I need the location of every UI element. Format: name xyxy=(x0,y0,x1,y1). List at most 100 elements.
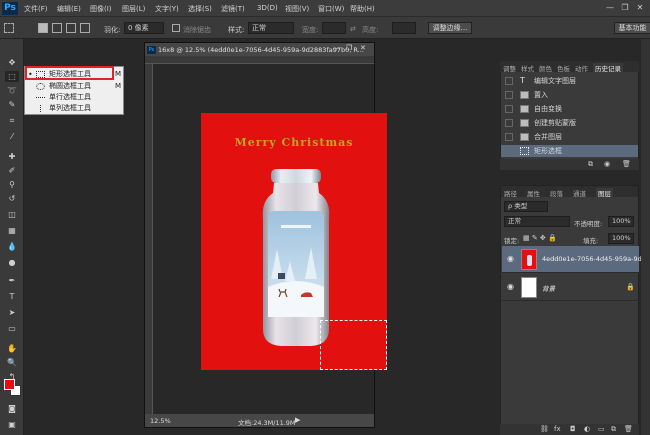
blur-tool-icon[interactable]: 💧 xyxy=(5,241,19,252)
fill-input[interactable]: 100% xyxy=(608,233,634,244)
feather-input[interactable]: 0 像素 xyxy=(124,22,164,34)
list-item[interactable]: 置入 xyxy=(501,89,638,101)
trash-icon[interactable]: 🗑 xyxy=(622,160,631,168)
lasso-tool-icon[interactable]: ➰ xyxy=(5,85,19,96)
screen-mode-icon[interactable]: ▣ xyxy=(5,419,19,430)
list-item[interactable]: 创建剪贴蒙版 xyxy=(501,117,638,129)
dodge-tool-icon[interactable]: ● xyxy=(5,257,19,268)
snapshot-icon[interactable]: ◉ xyxy=(604,160,610,168)
menu-image[interactable]: 图像(I) xyxy=(90,4,112,14)
single-row-marquee-icon xyxy=(36,97,45,98)
menu-filter[interactable]: 滤镜(T) xyxy=(221,4,245,14)
rectangular-selection[interactable] xyxy=(320,320,387,370)
move-tool-icon[interactable]: ✥ xyxy=(5,57,19,68)
path-select-tool-icon[interactable]: ➤ xyxy=(5,307,19,318)
flyout-row-marquee[interactable]: 单行选框工具 xyxy=(25,92,123,103)
new-selection-icon[interactable] xyxy=(38,23,48,33)
layer-row[interactable]: ◉ 4edd0e1e-7056-4d45-959a-9d2... xyxy=(502,246,650,273)
zoom-tool-icon[interactable]: 🔍 xyxy=(5,357,19,368)
layer-name[interactable]: 背景 xyxy=(542,283,555,293)
layer-filter-select[interactable]: ρ 类型 xyxy=(504,201,548,212)
add-selection-icon[interactable] xyxy=(52,23,62,33)
menu-window[interactable]: 窗口(W) xyxy=(318,4,344,14)
layer-name[interactable]: 4edd0e1e-7056-4d45-959a-9d2... xyxy=(542,255,650,263)
horizontal-ruler[interactable] xyxy=(145,56,374,64)
opacity-input[interactable]: 100% xyxy=(608,216,634,227)
gradient-tool-icon[interactable]: ▦ xyxy=(5,225,19,236)
foreground-color-swatch[interactable] xyxy=(4,379,15,390)
intersect-selection-icon[interactable] xyxy=(80,23,90,33)
eyedropper-tool-icon[interactable]: ⁄ xyxy=(5,131,19,142)
layer-row[interactable]: ◉ 背景 🔒 xyxy=(502,274,639,301)
tab-layers[interactable]: 图层 xyxy=(596,188,613,198)
menu-layer[interactable]: 图层(L) xyxy=(122,4,145,14)
restore-icon[interactable]: ❐ xyxy=(619,3,631,13)
subtract-selection-icon[interactable] xyxy=(66,23,76,33)
list-item[interactable]: 合并图层 xyxy=(501,131,638,143)
marquee-preset-icon[interactable] xyxy=(4,23,14,33)
crop-tool-icon[interactable]: ⌗ xyxy=(5,115,19,126)
minimize-icon[interactable]: — xyxy=(604,3,616,13)
menu-edit[interactable]: 编辑(E) xyxy=(57,4,81,14)
pen-tool-icon[interactable]: ✒ xyxy=(5,275,19,286)
lock-icon: 🔒 xyxy=(626,283,635,291)
document-title-bar[interactable]: Ps 16x8 @ 12.5% (4edd0e1e-7056-4d45-959a… xyxy=(145,43,374,56)
workspace-select[interactable]: 基本功能 xyxy=(614,22,650,34)
hand-tool-icon[interactable]: ✋ xyxy=(5,343,19,354)
eye-icon[interactable]: ◉ xyxy=(507,282,517,292)
tab-channels[interactable]: 通道 xyxy=(573,188,586,198)
doc-restore-icon[interactable]: ❐ xyxy=(346,44,352,52)
trash-icon[interactable]: 🗑 xyxy=(624,425,633,433)
eye-icon[interactable]: ◉ xyxy=(507,254,517,264)
history-brush-icon[interactable]: ↺ xyxy=(5,193,19,204)
style-select[interactable]: 正常 xyxy=(248,22,294,34)
menu-3d[interactable]: 3D(D) xyxy=(257,4,278,12)
add-mask-icon[interactable]: ◘ xyxy=(570,425,576,433)
fx-icon[interactable]: fx xyxy=(554,425,561,433)
menu-view[interactable]: 视图(V) xyxy=(285,4,309,14)
doc-close-icon[interactable]: ✕ xyxy=(360,44,366,52)
marquee-tool-icon[interactable]: ⬚ xyxy=(5,71,19,82)
eraser-tool-icon[interactable]: ◫ xyxy=(5,209,19,220)
shape-tool-icon[interactable]: ▭ xyxy=(5,323,19,334)
menu-select[interactable]: 选择(S) xyxy=(188,4,212,14)
list-item[interactable]: 自由变换 xyxy=(501,103,638,115)
quick-select-tool-icon[interactable]: ✎ xyxy=(5,99,19,110)
list-item[interactable]: T 编辑文字图层 xyxy=(501,75,638,87)
link-layers-icon[interactable]: ⛓ xyxy=(540,425,549,433)
flyout-column-marquee[interactable]: 单列选框工具 xyxy=(25,103,123,114)
new-layer-icon[interactable]: ⧉ xyxy=(611,425,616,434)
height-input[interactable] xyxy=(392,22,416,34)
blend-mode-select[interactable]: 正常 xyxy=(504,216,570,227)
tab-paragraph[interactable]: 段落 xyxy=(550,188,563,198)
width-input[interactable] xyxy=(322,22,346,34)
antialias-checkbox[interactable] xyxy=(172,24,180,32)
type-tool-icon[interactable]: T xyxy=(5,291,19,302)
zoom-level[interactable]: 12.5% xyxy=(150,417,171,425)
list-item-active[interactable]: 矩形选框 xyxy=(501,145,638,157)
history-step-icon xyxy=(520,105,529,113)
layer-thumbnail xyxy=(521,277,537,298)
brush-tool-icon[interactable]: ✐ xyxy=(5,165,19,176)
new-group-icon[interactable]: ▭ xyxy=(598,425,605,433)
menu-type[interactable]: 文字(Y) xyxy=(155,4,179,14)
vertical-ruler[interactable] xyxy=(145,64,153,414)
new-document-icon[interactable]: ⧉ xyxy=(588,160,593,169)
tab-paths[interactable]: 路径 xyxy=(504,188,517,198)
quick-mask-icon[interactable]: ◙ xyxy=(5,403,19,414)
status-menu-arrow-icon[interactable]: ▶ xyxy=(295,416,300,424)
clone-tool-icon[interactable]: ⚲ xyxy=(5,179,19,190)
menu-file[interactable]: 文件(F) xyxy=(24,4,48,14)
layer-thumbnail xyxy=(521,249,537,270)
healing-tool-icon[interactable]: ✚ xyxy=(5,151,19,162)
close-icon[interactable]: ✕ xyxy=(634,3,646,13)
adjustment-layer-icon[interactable]: ◐ xyxy=(584,425,590,433)
tab-properties[interactable]: 属性 xyxy=(527,188,540,198)
flyout-ellipse-marquee[interactable]: 椭圆选框工具 M xyxy=(25,81,123,92)
swap-icon[interactable]: ⇄ xyxy=(350,25,356,33)
menu-help[interactable]: 帮助(H) xyxy=(350,4,375,14)
refine-edge-button[interactable]: 调整边缘... xyxy=(428,22,472,34)
doc-minimize-icon[interactable]: — xyxy=(333,44,340,52)
lock-icons[interactable]: ▦ ✎ ✥ 🔒 xyxy=(523,234,557,242)
menu-bar: Ps 文件(F) 编辑(E) 图像(I) 图层(L) 文字(Y) 选择(S) 滤… xyxy=(0,0,650,17)
